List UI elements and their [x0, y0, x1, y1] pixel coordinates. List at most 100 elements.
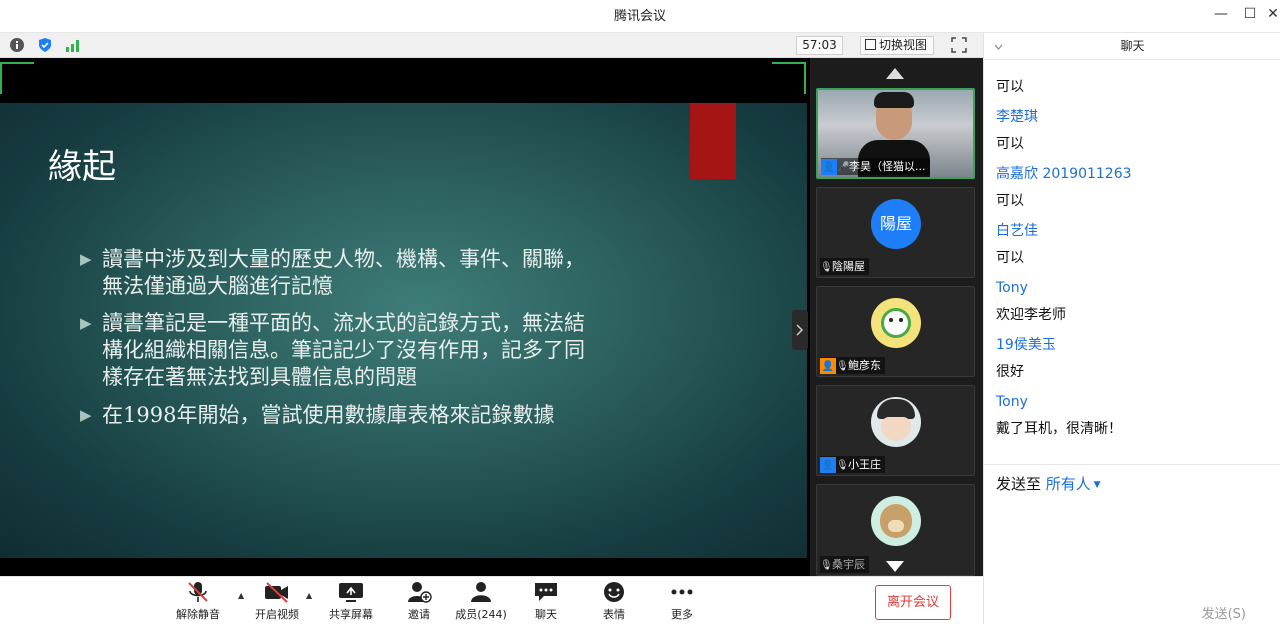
leave-meeting-button[interactable]: 离开会议	[875, 585, 951, 620]
send-to-label: 发送至	[996, 475, 1042, 493]
start-video-button[interactable]: 开启视频	[247, 581, 307, 622]
unmute-label: 解除静音	[176, 608, 220, 621]
send-to-recipient-select[interactable]: 所有人 ▼	[1046, 475, 1101, 493]
presentation-slide: 緣起 ▶ 讀書中涉及到大量的歷史人物、機構、事件、關聯， 無法僅通過大腦進行記憶…	[0, 103, 807, 558]
user-icon: 👤	[820, 358, 836, 374]
avatar	[871, 298, 921, 348]
collapse-panel-handle[interactable]	[792, 310, 808, 350]
scroll-down-icon[interactable]	[886, 561, 904, 572]
chat-message-text: 欢迎李老师	[996, 307, 1066, 323]
window-title: 腾讯会议	[613, 9, 666, 24]
members-label: 成员(244)	[455, 608, 507, 621]
user-icon: 👤	[821, 159, 837, 175]
invite-button[interactable]: 邀请	[389, 581, 449, 622]
mic-muted-icon: 🎙	[836, 460, 849, 471]
meeting-toolbar: 57:03 切换视图	[0, 33, 983, 58]
mic-options-caret-icon[interactable]: ▲	[238, 591, 244, 600]
chat-label: 聊天	[535, 608, 557, 621]
bullet-line: 讀書中涉及到大量的歷史人物、機構、事件、關聯，	[102, 247, 585, 271]
avatar	[871, 397, 921, 447]
signal-strength-icon[interactable]	[65, 37, 81, 53]
scroll-up-icon[interactable]	[886, 68, 904, 79]
bullet-line: 讀書筆記是一種平面的、流水式的記錄方式，無法結	[102, 311, 585, 335]
participant-name: 🎙陰陽屋	[820, 258, 869, 275]
share-screen-button[interactable]: 共享屏幕	[321, 581, 381, 622]
share-screen-label: 共享屏幕	[329, 608, 373, 621]
members-button[interactable]: 成员(244)	[451, 581, 511, 622]
participant-name: 👤 🎙小王庄	[820, 456, 885, 473]
switch-view-label: 切换视图	[879, 38, 928, 52]
chat-sender-name: 李楚琪	[996, 109, 1038, 125]
switch-view-button[interactable]: 切换视图	[860, 36, 934, 55]
chat-sender-name: 高嘉欣 2019011263	[996, 166, 1132, 182]
chat-message-text: 可以	[996, 193, 1024, 209]
participant-tile[interactable]: 陽屋 🎙陰陽屋	[816, 187, 975, 278]
chat-message-list[interactable]: 可以 李楚琪 可以 高嘉欣 2019011263 可以 白艺佳 可以 Tony …	[984, 60, 1280, 464]
invite-user-icon	[408, 582, 432, 603]
microphone-icon: 🎤	[837, 162, 850, 173]
more-button[interactable]: 更多	[652, 581, 712, 622]
title-bar: 腾讯会议 — ☐ ✕	[0, 0, 1280, 33]
chevron-down-icon[interactable]	[994, 44, 1003, 50]
participant-tile[interactable]: 👤 🎙鲍彦东	[816, 286, 975, 377]
focus-corner	[772, 62, 806, 94]
chat-bubble-icon	[535, 583, 557, 601]
unmute-button[interactable]: 解除静音	[168, 581, 228, 622]
chat-button[interactable]: 聊天	[516, 581, 576, 622]
camera-off-icon	[265, 582, 288, 603]
emoji-icon	[604, 582, 624, 602]
more-dots-icon	[671, 589, 693, 595]
bullet-line: 構化組織相關信息。筆記記少了沒有作用，記多了同	[102, 338, 585, 362]
chat-sender-name: Tony	[996, 394, 1028, 410]
bullet-line: 無法僅通過大腦進行記憶	[102, 274, 333, 298]
bullet-line: 在1998年開始，嘗試使用數據庫表格來記錄數據	[102, 403, 555, 427]
more-label: 更多	[671, 608, 693, 621]
chevron-right-icon	[796, 324, 804, 336]
chat-message-text: 可以	[996, 79, 1024, 95]
mic-muted-icon	[188, 582, 208, 602]
send-button[interactable]: 发送(S)	[1202, 603, 1246, 622]
chat-sender-name: Tony	[996, 280, 1028, 296]
info-icon[interactable]	[9, 37, 25, 53]
chat-panel: 聊天 可以 李楚琪 可以 高嘉欣 2019011263 可以 白艺佳 可以 To…	[983, 33, 1280, 624]
chat-header: 聊天	[984, 33, 1280, 60]
bullet-line: 樣存在著無法找到具體信息的問題	[102, 365, 417, 389]
switch-view-icon	[865, 39, 876, 50]
members-icon	[471, 582, 491, 602]
focus-corner	[0, 62, 34, 94]
participant-tile[interactable]: 👤 🎤李昊（怪猫以...	[816, 88, 975, 179]
participant-name: 🎙桑宇辰	[820, 556, 869, 573]
chat-message-text: 可以	[996, 136, 1024, 152]
slide-decoration	[690, 103, 736, 179]
minimize-button[interactable]: —	[1208, 4, 1234, 24]
bullet-arrow-icon: ▶	[80, 314, 92, 332]
video-options-caret-icon[interactable]: ▲	[306, 591, 312, 600]
chat-title: 聊天	[1120, 39, 1145, 53]
avatar: 陽屋	[871, 199, 921, 249]
mic-muted-icon: 🎙	[820, 560, 833, 571]
slide-title: 緣起	[48, 147, 116, 187]
close-button[interactable]: ✕	[1260, 4, 1280, 24]
shared-screen-view: 緣起 ▶ 讀書中涉及到大量的歷史人物、機構、事件、關聯， 無法僅通過大腦進行記憶…	[0, 58, 810, 576]
participant-tile[interactable]: 👤 🎙小王庄	[816, 385, 975, 476]
participant-name: 👤 🎤李昊（怪猫以...	[821, 158, 930, 175]
divider	[984, 464, 1280, 465]
fullscreen-icon[interactable]	[951, 37, 967, 53]
bullet-arrow-icon: ▶	[80, 250, 92, 268]
share-screen-icon	[339, 583, 363, 602]
meeting-timer: 57:03	[796, 36, 843, 55]
start-video-label: 开启视频	[255, 608, 299, 621]
bullet-arrow-icon: ▶	[80, 406, 92, 424]
participant-name: 👤 🎙鲍彦东	[820, 357, 885, 374]
send-to-row: 发送至 所有人 ▼	[996, 473, 1101, 494]
chat-message-text: 戴了耳机，很清晰！	[996, 421, 1122, 437]
meeting-control-bar: 解除静音 ▲ 开启视频 ▲ 共享屏幕 邀请 成员(244) 聊天 表情 更多 离…	[0, 576, 983, 624]
participant-video-list: 👤 🎤李昊（怪猫以... 陽屋 🎙陰陽屋 👤 🎙鲍彦东 👤 🎙小王庄 🎙桑宇辰	[792, 58, 983, 576]
avatar	[871, 496, 921, 546]
chat-message-text: 可以	[996, 250, 1024, 266]
chat-sender-name: 白艺佳	[996, 223, 1038, 239]
security-shield-icon[interactable]	[37, 37, 53, 53]
emoji-button[interactable]: 表情	[584, 581, 644, 622]
user-icon: 👤	[820, 457, 836, 473]
caret-down-icon: ▼	[1090, 480, 1101, 490]
